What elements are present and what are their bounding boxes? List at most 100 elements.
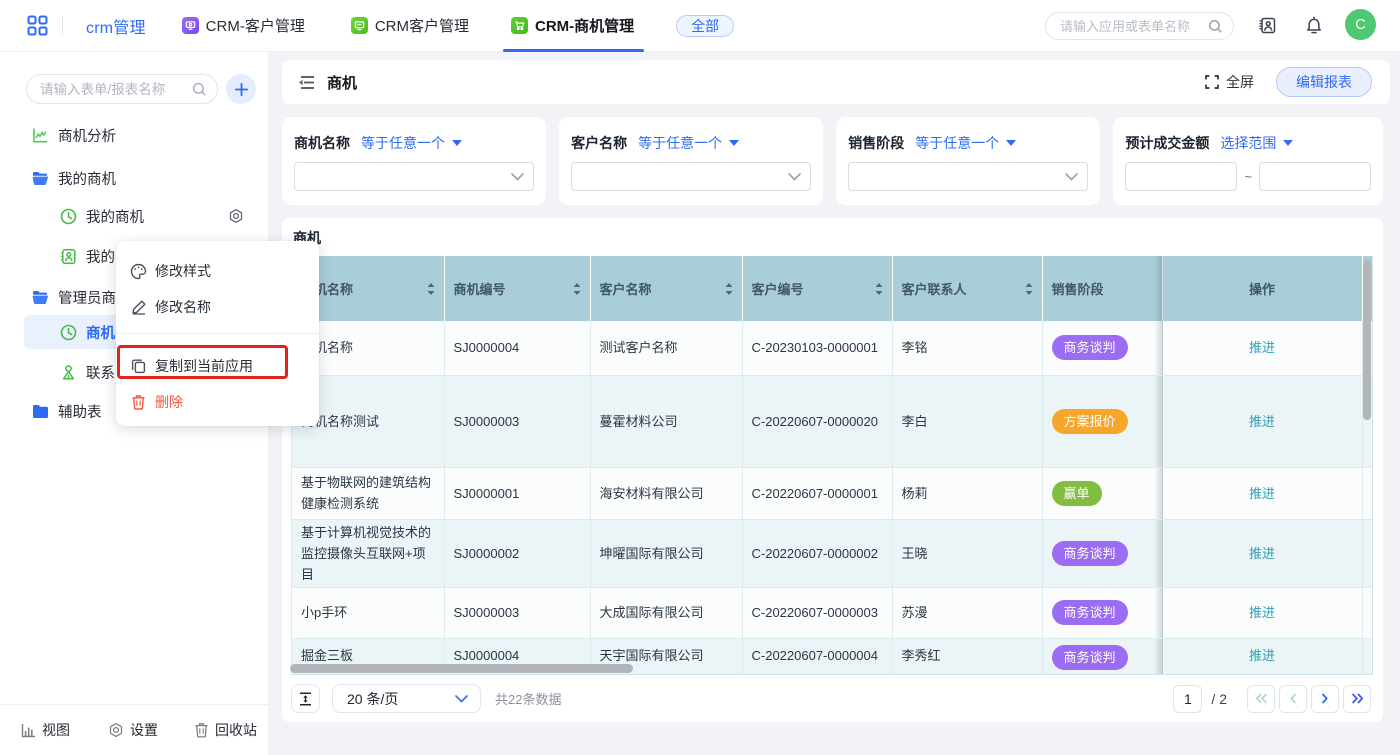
cell-opportunity-name: 基于计算机视觉技术的监控摄像头互联网+项目 — [292, 519, 444, 587]
workspace-name[interactable]: crm管理 — [86, 14, 146, 38]
filter-operator-label: 等于任意一个 — [915, 133, 999, 153]
double-chevron-left-icon — [1255, 693, 1268, 704]
table-row[interactable]: 基于物联网的建筑结构健康检测系统 SJ0000001 海安材料有限公司 C-20… — [292, 467, 1372, 519]
last-page-button[interactable] — [1343, 685, 1371, 713]
horizontal-scrollbar-thumb[interactable] — [290, 664, 633, 673]
menu-item-edit-style[interactable]: 修改样式 — [116, 253, 319, 289]
filter-value-select[interactable] — [848, 162, 1088, 191]
sort-icon[interactable] — [426, 282, 436, 296]
column-header-sales-stage[interactable]: 销售阶段 — [1042, 256, 1162, 321]
column-header-customer-code[interactable]: 客户编号 — [742, 256, 892, 321]
cell-customer-contact: 李白 — [892, 375, 1042, 467]
column-header-label: 销售阶段 — [1052, 279, 1104, 298]
sidebar-item-my-opportunity-report[interactable]: 我的商机 — [0, 199, 268, 233]
app-tab-crm-customer-1[interactable]: CRM-客户管理 — [182, 0, 305, 52]
range-min-input[interactable] — [1125, 162, 1237, 191]
column-header-customer-name[interactable]: 客户名称 — [590, 256, 742, 321]
sidebar-folder-my-opportunity[interactable]: 我的商机 — [0, 161, 268, 195]
advance-link[interactable]: 推进 — [1249, 414, 1275, 429]
range-max-input[interactable] — [1259, 162, 1371, 191]
filter-operator[interactable]: 等于任意一个 — [638, 133, 739, 153]
fullscreen-button[interactable]: 全屏 — [1205, 72, 1254, 92]
views-button[interactable]: 视图 — [21, 720, 70, 740]
sidebar-search-input[interactable] — [40, 82, 192, 97]
global-search-box[interactable] — [1045, 12, 1234, 40]
filter-value-select[interactable] — [571, 162, 811, 191]
advance-link[interactable]: 推进 — [1249, 546, 1275, 561]
cell-sliver — [1362, 638, 1372, 675]
cell-sliver — [1362, 587, 1372, 638]
edit-report-button[interactable]: 编辑报表 — [1276, 67, 1372, 97]
sort-icon[interactable] — [572, 282, 582, 296]
filter-field-label: 客户名称 — [571, 133, 627, 153]
menu-item-copy-to-app[interactable]: 复制到当前应用 — [116, 348, 319, 384]
fullscreen-label: 全屏 — [1226, 72, 1254, 92]
page-size-select[interactable]: 20 条/页 — [332, 684, 481, 713]
contacts-icon[interactable] — [1258, 16, 1277, 35]
global-search-input[interactable] — [1060, 19, 1208, 34]
opportunity-table: 商机名称 商机编号 客户名称 客户编号 客户联系人 销售阶段 操作 — [292, 256, 1373, 675]
item-settings-gear-icon[interactable] — [228, 208, 244, 224]
table-row[interactable]: 商机名称 SJ0000004 测试客户名称 C-20230103-0000001… — [292, 321, 1372, 375]
filter-operator-label: 等于任意一个 — [638, 133, 722, 153]
advance-link[interactable]: 推进 — [1249, 605, 1275, 620]
collapse-sidebar-icon[interactable] — [298, 75, 315, 90]
next-page-button[interactable] — [1311, 685, 1339, 713]
cell-customer-contact: 杨莉 — [892, 467, 1042, 519]
advance-link[interactable]: 推进 — [1249, 340, 1275, 355]
first-page-button[interactable] — [1247, 685, 1275, 713]
person-icon — [60, 364, 77, 381]
filter-operator[interactable]: 选择范围 — [1220, 133, 1293, 153]
sidebar-item-analysis[interactable]: 商机分析 — [0, 118, 268, 152]
filter-operator[interactable]: 等于任意一个 — [361, 133, 462, 153]
recycle-bin-button[interactable]: 回收站 — [194, 720, 257, 740]
table-row[interactable]: 商机名称测试 SJ0000003 蔓霍材料公司 C-20220607-00000… — [292, 375, 1372, 467]
pagination-bar: 20 条/页 共22条数据 / 2 — [291, 684, 1371, 713]
cell-customer-code: C-20230103-0000001 — [742, 321, 892, 375]
stage-badge: 商务谈判 — [1052, 541, 1128, 566]
row-height-icon — [299, 692, 312, 706]
vertical-scrollbar-thumb[interactable] — [1363, 260, 1371, 420]
apps-grid-icon[interactable] — [27, 15, 48, 36]
filter-card-expected-amount: 预计成交金额 选择范围 ~ — [1113, 117, 1383, 205]
sidebar-item-label: 管理员商 — [58, 287, 116, 308]
cell-action: 推进 — [1162, 375, 1362, 467]
active-tab-underline — [503, 49, 644, 52]
table-row[interactable]: 基于计算机视觉技术的监控摄像头互联网+项目 SJ0000002 坤曜国际有限公司… — [292, 519, 1372, 587]
menu-item-rename[interactable]: 修改名称 — [116, 289, 319, 325]
sort-icon[interactable] — [724, 282, 734, 296]
app-tab-crm-customer-2[interactable]: CRM客户管理 — [351, 0, 469, 52]
filter-operator-label: 选择范围 — [1220, 133, 1276, 153]
cell-customer-code: C-20220607-0000004 — [742, 638, 892, 675]
user-avatar[interactable]: C — [1345, 9, 1376, 40]
advance-link[interactable]: 推进 — [1249, 648, 1275, 663]
app-tab-crm-opportunity-active[interactable]: CRM-商机管理 — [511, 0, 634, 52]
sort-icon[interactable] — [874, 282, 884, 296]
caret-down-icon — [729, 140, 739, 146]
filter-field-label: 预计成交金额 — [1125, 133, 1209, 153]
row-height-button[interactable] — [291, 684, 320, 713]
filter-value-select[interactable] — [294, 162, 534, 191]
settings-button[interactable]: 设置 — [108, 720, 158, 740]
filter-operator[interactable]: 等于任意一个 — [915, 133, 1016, 153]
menu-item-delete[interactable]: 删除 — [116, 384, 319, 420]
sidebar-search-box[interactable] — [26, 74, 218, 104]
cell-opportunity-name: 基于物联网的建筑结构健康检测系统 — [292, 467, 444, 519]
table-row[interactable]: 小p手环 SJ0000003 大成国际有限公司 C-20220607-00000… — [292, 587, 1372, 638]
app-icon-green — [351, 17, 368, 34]
notifications-bell-icon[interactable] — [1305, 16, 1323, 35]
sort-icon[interactable] — [1024, 282, 1034, 296]
advance-link[interactable]: 推进 — [1249, 486, 1275, 501]
bar-chart-icon — [21, 723, 36, 738]
all-apps-pill[interactable]: 全部 — [676, 15, 734, 37]
cell-sales-stage: 方案报价 — [1042, 375, 1162, 467]
prev-page-button[interactable] — [1279, 685, 1307, 713]
column-header-opportunity-code[interactable]: 商机编号 — [444, 256, 590, 321]
column-header-label: 客户名称 — [600, 279, 652, 298]
app-tab-label: CRM客户管理 — [375, 15, 469, 36]
column-header-customer-contact[interactable]: 客户联系人 — [892, 256, 1042, 321]
cell-customer-name: 测试客户名称 — [590, 321, 742, 375]
cell-action: 推进 — [1162, 638, 1362, 675]
page-number-input[interactable] — [1173, 685, 1202, 713]
add-form-button[interactable] — [226, 74, 256, 104]
